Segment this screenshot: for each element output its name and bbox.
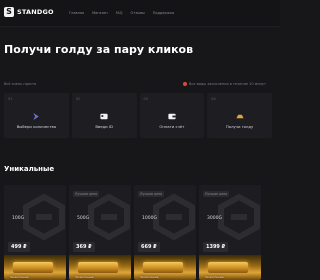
product-list: 100G 499 ₽ Зачисление Лучшая цена 500G 3… bbox=[4, 185, 284, 280]
product-price[interactable]: 669 ₽ bbox=[138, 242, 160, 252]
gold-bar bbox=[13, 262, 53, 273]
step-number: 03 bbox=[143, 97, 148, 101]
product-amount: 3000G bbox=[207, 216, 222, 221]
warning-icon bbox=[183, 82, 188, 86]
step-number: 04 bbox=[211, 97, 216, 101]
id-card-icon bbox=[100, 113, 108, 120]
wallet-icon bbox=[168, 113, 176, 120]
product-amount: 1000G bbox=[142, 216, 157, 221]
step-number: 02 bbox=[75, 97, 81, 101]
product-amount: 100G bbox=[12, 216, 25, 221]
breadcrumb: Всё очень просто bbox=[4, 82, 37, 86]
product-caption: Зачисление bbox=[10, 275, 29, 279]
product-badge: Лучшая цена bbox=[203, 191, 230, 197]
nav-item-faq[interactable]: FAQ bbox=[116, 11, 123, 15]
logo-mark: S bbox=[4, 7, 14, 17]
product-amount: 500G bbox=[77, 216, 90, 221]
nav-item-reviews[interactable]: Отзывы bbox=[130, 11, 144, 15]
product-price[interactable]: 499 ₽ bbox=[8, 242, 30, 252]
logo[interactable]: S STANDGO bbox=[4, 7, 54, 17]
product-badge: Лучшая цена bbox=[138, 191, 165, 197]
product-card[interactable]: Лучшая цена 3000G 1399 ₽ Зачисление bbox=[199, 185, 261, 280]
product-price[interactable]: 369 ₽ bbox=[73, 242, 95, 252]
product-card[interactable]: Лучшая цена 1000G 669 ₽ Зачисление bbox=[134, 185, 196, 280]
step-card: 02 Введи ID bbox=[71, 93, 137, 138]
brand-watermark-icon bbox=[88, 193, 130, 241]
nav-item-home[interactable]: Главная bbox=[69, 11, 84, 15]
product-badge: Лучшая цена bbox=[73, 191, 100, 197]
brand-watermark-icon bbox=[218, 193, 260, 241]
step-label: Оплати счёт bbox=[159, 124, 185, 129]
product-caption: Зачисление bbox=[140, 275, 159, 279]
top-bar: S STANDGO Главная Магазин FAQ Отзывы Под… bbox=[0, 0, 280, 27]
gold-icon bbox=[236, 114, 244, 119]
step-label: Выбери количество bbox=[16, 124, 57, 129]
product-card[interactable]: 100G 499 ₽ Зачисление bbox=[4, 185, 66, 280]
step-card: 01 Выбери количество bbox=[4, 93, 69, 138]
product-caption: Зачисление bbox=[75, 275, 94, 279]
gold-bar bbox=[143, 262, 183, 273]
gold-bar bbox=[78, 262, 118, 273]
brand-watermark-icon bbox=[153, 193, 195, 241]
brand-watermark-icon bbox=[23, 193, 65, 241]
gold-bar bbox=[208, 262, 248, 273]
product-price[interactable]: 1399 ₽ bbox=[203, 242, 229, 252]
step-card: 03 Оплати счёт bbox=[139, 93, 205, 138]
step-label: Введи ID bbox=[95, 124, 113, 129]
step-number: 01 bbox=[8, 97, 13, 101]
product-caption: Зачисление bbox=[205, 275, 224, 279]
nav-item-support[interactable]: Поддержка bbox=[153, 11, 174, 15]
section-title: Уникальные bbox=[4, 165, 55, 173]
page-title: Получи голду за пару кликов bbox=[4, 43, 194, 56]
step-label: Получи голду bbox=[225, 124, 254, 129]
delivery-notice: Все виды зачисления в течение 10 минут bbox=[183, 82, 266, 86]
nav-item-shop[interactable]: Магазин bbox=[92, 11, 108, 15]
delivery-notice-text: Все виды зачисления в течение 10 минут bbox=[189, 82, 266, 86]
steps-row: 01 Выбери количество 02 Введи ID 03 Опла… bbox=[4, 93, 272, 138]
chevron-right-icon bbox=[33, 112, 40, 121]
main-nav: Главная Магазин FAQ Отзывы Поддержка bbox=[69, 11, 174, 15]
step-card: 04 Получи голду bbox=[207, 93, 272, 138]
product-card[interactable]: Лучшая цена 500G 369 ₽ Зачисление bbox=[69, 185, 131, 280]
logo-text: STANDGO bbox=[17, 8, 54, 16]
